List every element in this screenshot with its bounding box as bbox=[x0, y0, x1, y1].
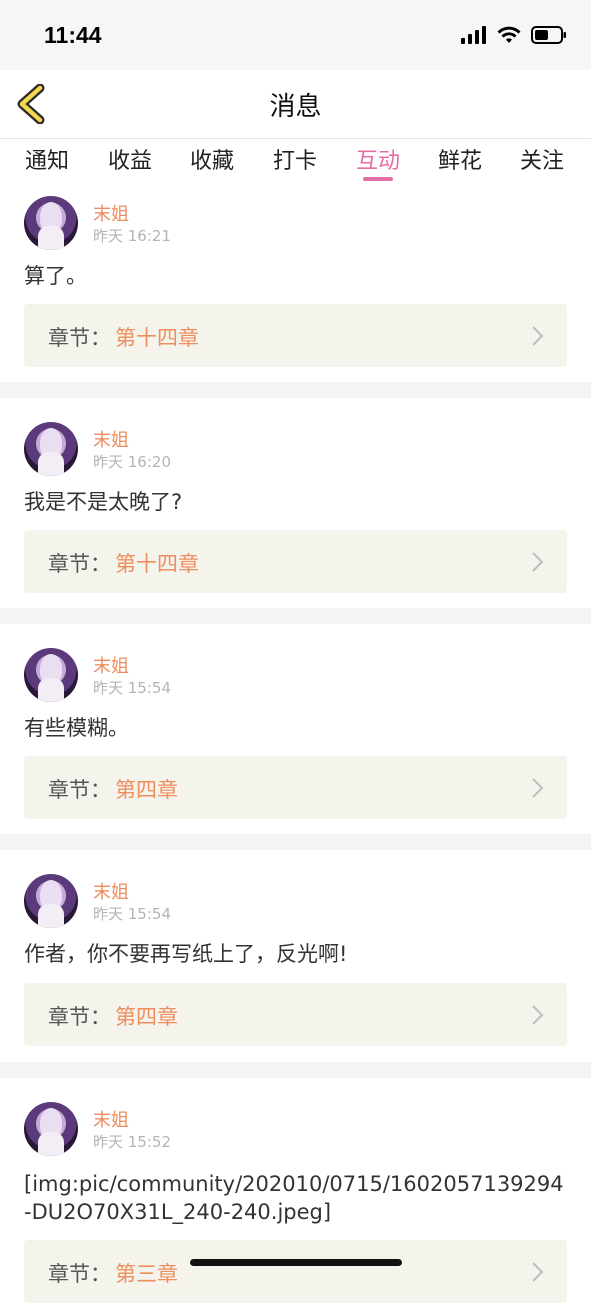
page-title: 消息 bbox=[269, 92, 322, 122]
chevron-right-icon bbox=[532, 552, 544, 572]
user-name[interactable]: 末姐 bbox=[93, 652, 129, 678]
message-content: [img:pic/community/202010/0715/160205713… bbox=[24, 1172, 564, 1224]
chapter-label: 章节： bbox=[48, 1005, 111, 1029]
message-content: 算了。 bbox=[24, 264, 87, 288]
divider bbox=[0, 608, 591, 624]
status-bar: 11:44 bbox=[0, 0, 591, 70]
chevron-right-icon bbox=[532, 778, 544, 798]
chevron-right-icon bbox=[532, 1005, 544, 1025]
status-time: 11:44 bbox=[44, 22, 102, 48]
message-card[interactable]: 末姐 昨天 16:20 我是不是太晚了? 章节： 第十四章 bbox=[0, 398, 591, 608]
divider bbox=[0, 382, 591, 398]
chapter-label: 章节： bbox=[48, 778, 111, 802]
timestamp: 昨天 16:21 bbox=[93, 227, 171, 245]
chapter-name: 第三章 bbox=[115, 1262, 178, 1286]
chapter-link[interactable]: 章节： 第四章 bbox=[24, 756, 567, 819]
chevron-right-icon bbox=[532, 326, 544, 346]
tab-income[interactable]: 收益 bbox=[100, 143, 160, 175]
user-name[interactable]: 末姐 bbox=[93, 878, 129, 904]
message-card[interactable]: 末姐 昨天 15:54 作者，你不要再写纸上了，反光啊! 章节： 第四章 bbox=[0, 850, 591, 1062]
chapter-name: 第十四章 bbox=[115, 552, 199, 576]
user-name[interactable]: 末姐 bbox=[93, 426, 129, 452]
chapter-label: 章节： bbox=[48, 1262, 111, 1286]
chapter-link[interactable]: 章节： 第四章 bbox=[24, 983, 567, 1046]
chapter-link[interactable]: 章节： 第十四章 bbox=[24, 304, 567, 367]
user-name[interactable]: 末姐 bbox=[93, 1106, 129, 1132]
chevron-right-icon bbox=[532, 1262, 544, 1282]
message-content: 作者，你不要再写纸上了，反光啊! bbox=[24, 942, 348, 966]
timestamp: 昨天 16:20 bbox=[93, 453, 171, 471]
chapter-name: 第四章 bbox=[115, 1005, 178, 1029]
avatar[interactable] bbox=[24, 196, 78, 250]
message-card[interactable]: 末姐 昨天 15:52 [img:pic/community/202010/07… bbox=[0, 1078, 591, 1303]
message-card[interactable]: 末姐 昨天 15:54 有些模糊。 章节： 第四章 bbox=[0, 624, 591, 834]
avatar[interactable] bbox=[24, 1102, 78, 1156]
home-indicator bbox=[190, 1259, 402, 1266]
battery-icon bbox=[531, 26, 566, 44]
timestamp: 昨天 15:54 bbox=[93, 905, 171, 923]
cellular-signal-icon bbox=[461, 26, 486, 44]
tab-interaction[interactable]: 互动 bbox=[348, 143, 408, 175]
divider bbox=[0, 1062, 591, 1078]
tab-follow[interactable]: 关注 bbox=[512, 143, 572, 175]
chapter-label: 章节： bbox=[48, 326, 111, 350]
user-name[interactable]: 末姐 bbox=[93, 200, 129, 226]
wifi-icon bbox=[497, 26, 521, 43]
tab-checkin[interactable]: 打卡 bbox=[265, 143, 325, 175]
chapter-label: 章节： bbox=[48, 552, 111, 576]
chapter-name: 第十四章 bbox=[115, 326, 199, 350]
timestamp: 昨天 15:54 bbox=[93, 679, 171, 697]
chapter-link[interactable]: 章节： 第三章 bbox=[24, 1240, 567, 1303]
tab-bar: 通知 收益 收藏 打卡 互动 鲜花 关注 bbox=[0, 139, 591, 183]
avatar[interactable] bbox=[24, 648, 78, 702]
tab-notice[interactable]: 通知 bbox=[17, 143, 77, 175]
message-card[interactable]: 末姐 昨天 16:21 算了。 章节： 第十四章 bbox=[0, 184, 591, 382]
message-content: 有些模糊。 bbox=[24, 716, 129, 740]
avatar[interactable] bbox=[24, 422, 78, 476]
chapter-name: 第四章 bbox=[115, 778, 178, 802]
tab-flowers[interactable]: 鲜花 bbox=[430, 143, 490, 175]
nav-bar: 消息 bbox=[0, 70, 591, 139]
divider bbox=[0, 834, 591, 850]
message-content: 我是不是太晚了? bbox=[24, 490, 183, 514]
tab-favorites[interactable]: 收藏 bbox=[182, 143, 242, 175]
active-tab-indicator bbox=[363, 177, 393, 181]
timestamp: 昨天 15:52 bbox=[93, 1133, 171, 1151]
avatar[interactable] bbox=[24, 874, 78, 928]
chapter-link[interactable]: 章节： 第十四章 bbox=[24, 530, 567, 593]
status-icons bbox=[461, 26, 567, 44]
